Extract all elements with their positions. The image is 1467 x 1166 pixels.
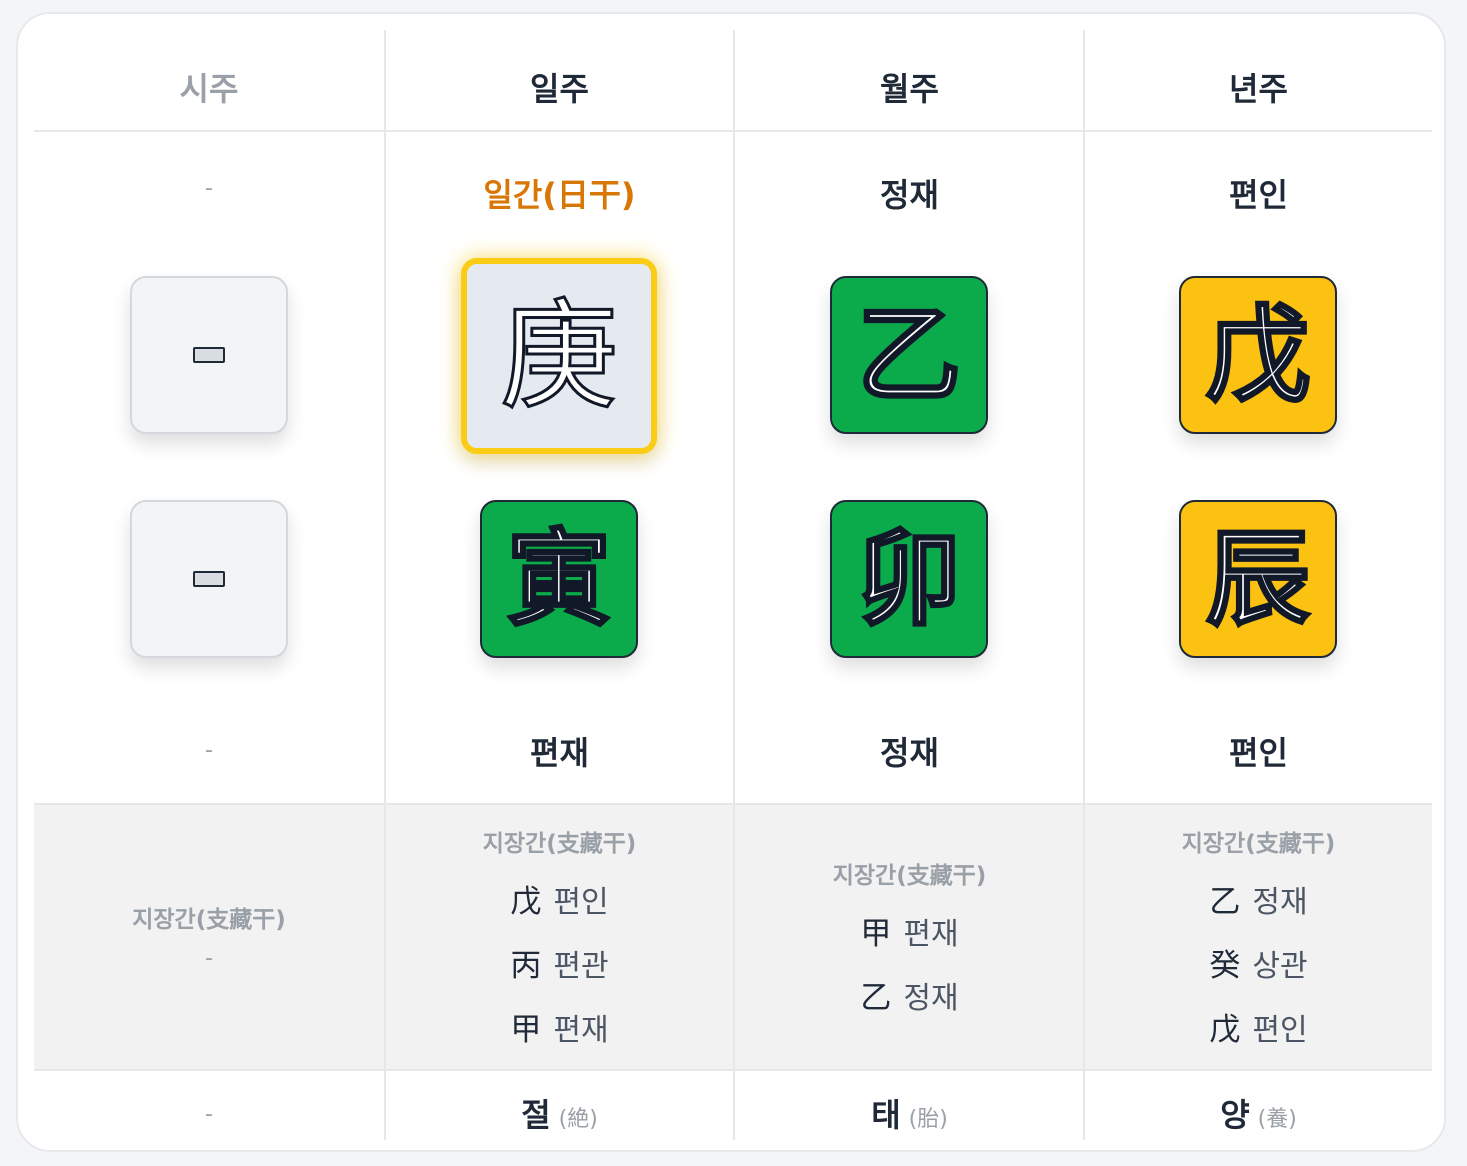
hidden-stem-item: 癸 상관 (1085, 940, 1432, 985)
branch-tile[interactable]: 卯 (830, 500, 988, 658)
hidden-stem-hanja: 乙 (860, 980, 892, 1016)
pillar-hour: 시주 - - 지장간(支藏干) - - (34, 28, 384, 1138)
branch-ten-god: 편인 (1229, 734, 1288, 772)
stem-tile[interactable]: 乙 (830, 276, 988, 434)
branch-character: 寅 (505, 518, 612, 640)
hidden-stem-hanja: 乙 (1209, 884, 1241, 920)
hidden-stem-god: 편재 (553, 1013, 609, 1048)
branch-tile[interactable]: 寅 (480, 500, 638, 658)
hidden-stem-item: 戊 편인 (1085, 1004, 1432, 1049)
hidden-stems-empty: - (205, 946, 213, 971)
branch-character: 辰 (1204, 518, 1311, 640)
pillar-header: 시주 (179, 70, 239, 108)
twelve-stage-hanja: (絶) (558, 1107, 598, 1132)
pillar-header: 월주 (880, 70, 939, 108)
twelve-stage: 태 (胎) (735, 1090, 1084, 1136)
hidden-stem-hanja: 癸 (1209, 948, 1241, 984)
branch-ten-god: - (205, 738, 213, 763)
hidden-stem-hanja: 甲 (510, 1012, 542, 1048)
stem-character: 戊 (1204, 294, 1311, 416)
hidden-stem-god: 정재 (903, 981, 959, 1016)
hidden-stems-title: 지장간(支藏干) (482, 831, 637, 857)
hidden-stem-item: 甲 편재 (735, 908, 1084, 953)
twelve-stage-name: 양 (1220, 1096, 1250, 1134)
hidden-stem-god: 상관 (1252, 949, 1308, 984)
pillar-header: 년주 (1229, 70, 1288, 108)
hidden-stem-god: 편재 (903, 917, 959, 952)
day-master-stem-tile[interactable]: 庚 (461, 258, 657, 454)
stem-ten-god: 일간(日干) (483, 176, 636, 214)
hidden-stems-title: 지장간(支藏干) (832, 863, 987, 889)
hidden-stem-god: 편관 (553, 949, 609, 984)
hidden-stem-god: 편인 (1252, 1013, 1308, 1048)
pillar-header: 일주 (530, 70, 589, 108)
hidden-stem-item: 乙 정재 (1085, 876, 1432, 921)
hidden-stem-item: 乙 정재 (735, 972, 1084, 1017)
branch-character: 卯 (855, 518, 962, 640)
stem-character: 乙 (855, 294, 962, 416)
twelve-stage: - (205, 1102, 213, 1127)
twelve-stage: 양 (養) (1085, 1090, 1432, 1136)
hidden-stems-title: 지장간(支藏干) (132, 907, 286, 933)
branch-tile-empty (130, 500, 288, 658)
stem-ten-god: 정재 (880, 176, 939, 214)
hidden-stem-item: 戊 편인 (385, 876, 734, 921)
hidden-stem-hanja: 甲 (860, 916, 892, 952)
stem-ten-god: 편인 (1229, 176, 1288, 214)
hidden-stem-item: 丙 편관 (385, 940, 734, 985)
stem-ten-god: - (205, 176, 213, 201)
branch-ten-god: 편재 (530, 734, 589, 772)
hidden-stem-god: 정재 (1252, 885, 1308, 920)
pillar-year: 년주 편인 戊 辰 편인 지장간(支藏干) 乙 정재 癸 상관 戊 편인 양 (養) (1085, 28, 1432, 1138)
twelve-stage-hanja: (胎) (908, 1107, 948, 1132)
empty-placeholder-icon (193, 571, 225, 587)
twelve-stage-name: 절 (521, 1096, 551, 1134)
stem-tile[interactable]: 戊 (1179, 276, 1337, 434)
pillar-month: 월주 정재 乙 卯 정재 지장간(支藏干) 甲 편재 乙 정재 태 (胎) (735, 28, 1084, 1138)
hidden-stem-hanja: 戊 (510, 884, 542, 920)
saju-pillars-card: 시주 - - 지장간(支藏干) - - 일주 일간(日干) 庚 寅 편재 지장간 (16, 12, 1446, 1152)
stem-tile-empty (130, 276, 288, 434)
hidden-stems-title: 지장간(支藏干) (1181, 831, 1336, 857)
pillar-day: 일주 일간(日干) 庚 寅 편재 지장간(支藏干) 戊 편인 丙 편관 甲 편재 절 (… (385, 28, 734, 1138)
branch-ten-god: 정재 (880, 734, 939, 772)
twelve-stage-hanja: (養) (1257, 1107, 1297, 1132)
twelve-stage: 절 (絶) (385, 1090, 734, 1136)
stem-character: 庚 (498, 287, 619, 425)
hidden-stem-hanja: 丙 (510, 948, 542, 984)
hidden-stem-god: 편인 (553, 885, 609, 920)
twelve-stage-name: 태 (871, 1096, 901, 1134)
branch-tile[interactable]: 辰 (1179, 500, 1337, 658)
hidden-stem-hanja: 戊 (1209, 1012, 1241, 1048)
empty-placeholder-icon (193, 347, 225, 363)
hidden-stem-item: 甲 편재 (385, 1004, 734, 1049)
